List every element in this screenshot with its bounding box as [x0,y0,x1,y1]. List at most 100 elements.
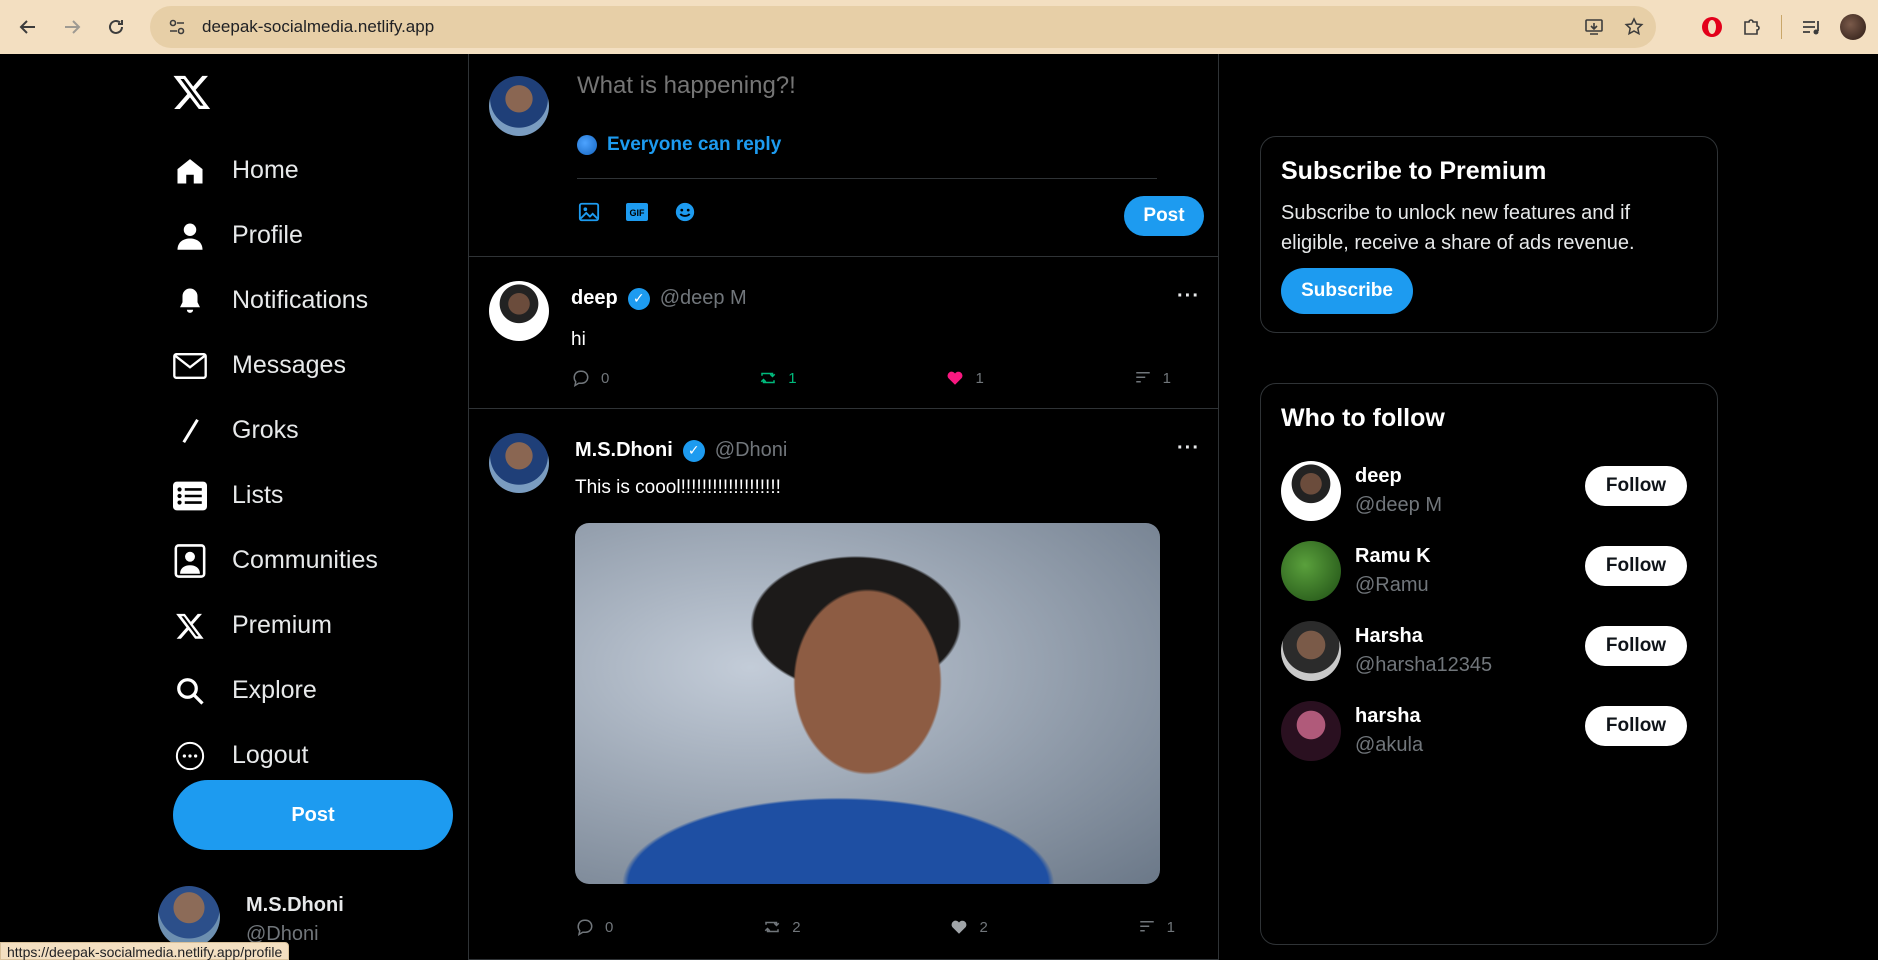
avatar [158,886,220,948]
status-bar-url: https://deepak-socialmedia.netlify.app/p… [0,942,290,960]
back-button[interactable] [10,9,46,45]
user-name[interactable]: Harsha [1355,625,1492,648]
nav-label: Premium [232,611,333,639]
tweet-actions: 0 1 1 1 [571,368,1171,388]
reload-button[interactable] [98,9,134,45]
nav-item-messages[interactable]: Messages [172,333,378,398]
retweet-icon [762,917,782,937]
views-button[interactable]: 1 [1137,917,1175,937]
account-switcher[interactable]: M.S.Dhoni @Dhoni [158,886,344,948]
avatar[interactable] [1281,541,1341,601]
views-count: 1 [1162,369,1171,387]
follow-button[interactable]: Follow [1585,706,1687,746]
nav-label: Messages [232,351,346,379]
retweet-button[interactable]: 2 [762,917,801,937]
subscribe-button[interactable]: Subscribe [1281,268,1413,314]
more-options-icon[interactable]: ··· [1177,437,1200,460]
more-circle-icon [172,738,208,774]
avatar[interactable] [489,281,549,341]
premium-description: Subscribe to unlock new features and if … [1281,202,1635,254]
reply-button[interactable]: 0 [575,917,613,937]
user-name[interactable]: harsha [1355,705,1423,728]
tweet-author-handle: @Dhoni [714,439,788,461]
nav-item-home[interactable]: Home [172,138,378,203]
user-name[interactable]: deep [1355,465,1442,488]
extensions-puzzle-icon[interactable] [1741,16,1763,38]
nav-item-profile[interactable]: Profile [172,203,378,268]
avatar[interactable] [489,433,549,493]
views-button[interactable]: 1 [1133,368,1171,388]
tweet-header: deep ✓ @deep M [571,287,747,310]
account-name: M.S.Dhoni [246,894,344,916]
bookmark-star-icon[interactable] [1624,17,1644,37]
follow-button[interactable]: Follow [1585,626,1687,666]
opera-extension-icon[interactable] [1701,16,1723,38]
user-handle: @harsha12345 [1355,654,1493,676]
reply-setting[interactable]: Everyone can reply [577,134,781,156]
nav-item-communities[interactable]: Communities [172,528,378,593]
reload-icon [109,19,123,34]
premium-card: Subscribe to Premium Subscribe to unlock… [1260,136,1718,333]
avatar[interactable] [1281,461,1341,521]
list-item[interactable]: Harsha @harsha12345 Follow [1281,611,1697,691]
profile-icon [172,218,208,254]
reply-icon [571,368,591,388]
follow-button[interactable]: Follow [1585,546,1687,586]
follow-suggestions: deep @deep M Follow Ramu K @Ramu Follow … [1281,451,1697,771]
retweet-count: 2 [792,918,801,936]
user-handle: @Ramu [1355,574,1429,596]
media-queue-icon[interactable] [1800,16,1822,38]
nav-item-logout[interactable]: Logout [172,723,378,788]
nav-item-notifications[interactable]: Notifications [172,268,378,333]
install-app-icon[interactable] [1584,17,1604,37]
user-name[interactable]: Ramu K [1355,545,1431,568]
more-options-icon[interactable]: ··· [1177,285,1200,308]
browser-profile-avatar[interactable] [1840,14,1866,40]
search-icon [172,673,208,709]
emoji-icon[interactable] [673,200,697,224]
nav-label: Home [232,156,299,184]
nav-item-explore[interactable]: Explore [172,658,378,723]
retweet-button[interactable]: 1 [758,368,797,388]
user-handle: @akula [1355,734,1424,756]
list-item[interactable]: Ramu K @Ramu Follow [1281,531,1697,611]
like-button[interactable]: 1 [945,368,984,388]
like-button[interactable]: 2 [949,917,988,937]
list-item[interactable]: harsha @akula Follow [1281,691,1697,771]
sidebar-post-button[interactable]: Post [173,780,453,850]
nav-item-lists[interactable]: Lists [172,463,378,528]
compose-input[interactable] [577,72,1157,100]
compose-post-button[interactable]: Post [1124,196,1204,236]
nav-label: Explore [232,676,317,704]
avatar[interactable] [1281,701,1341,761]
tweet-author-name[interactable]: deep [571,287,618,310]
reply-button[interactable]: 0 [571,368,609,388]
list-item[interactable]: deep @deep M Follow [1281,451,1697,531]
nav-label: Profile [232,221,303,249]
forward-button[interactable] [54,9,90,45]
gif-icon[interactable]: GIF [625,200,649,224]
views-count: 1 [1166,918,1175,936]
x-logo-icon[interactable] [172,72,214,114]
tweet-image[interactable] [575,523,1160,884]
avatar[interactable] [1281,621,1341,681]
nav-item-groks[interactable]: Groks [172,398,378,463]
site-settings-icon[interactable] [164,14,190,40]
tweet-composer: Everyone can reply GIF Post [469,54,1218,257]
verified-badge-icon: ✓ [682,439,705,462]
left-sidebar: Home Profile Notifications Messages Grok… [0,54,468,960]
tweet-actions: 0 2 2 1 [575,917,1175,937]
heart-icon [945,368,965,388]
who-to-follow-title: Who to follow [1281,404,1445,432]
reply-setting-label: Everyone can reply [607,134,782,155]
follow-button[interactable]: Follow [1585,466,1687,506]
image-icon[interactable] [577,200,601,224]
tweet-author-name[interactable]: M.S.Dhoni [575,439,673,462]
tweet[interactable]: M.S.Dhoni ✓ @Dhoni ··· This is coool!!!!… [469,409,1218,960]
tweet[interactable]: deep ✓ @deep M ··· hi 0 1 1 1 [469,257,1218,409]
nav-item-premium[interactable]: Premium [172,593,378,658]
toolbar-separator [1781,15,1782,39]
x-icon [172,608,208,644]
address-bar[interactable]: deepak-socialmedia.netlify.app [150,6,1656,48]
nav-label: Lists [232,481,284,509]
